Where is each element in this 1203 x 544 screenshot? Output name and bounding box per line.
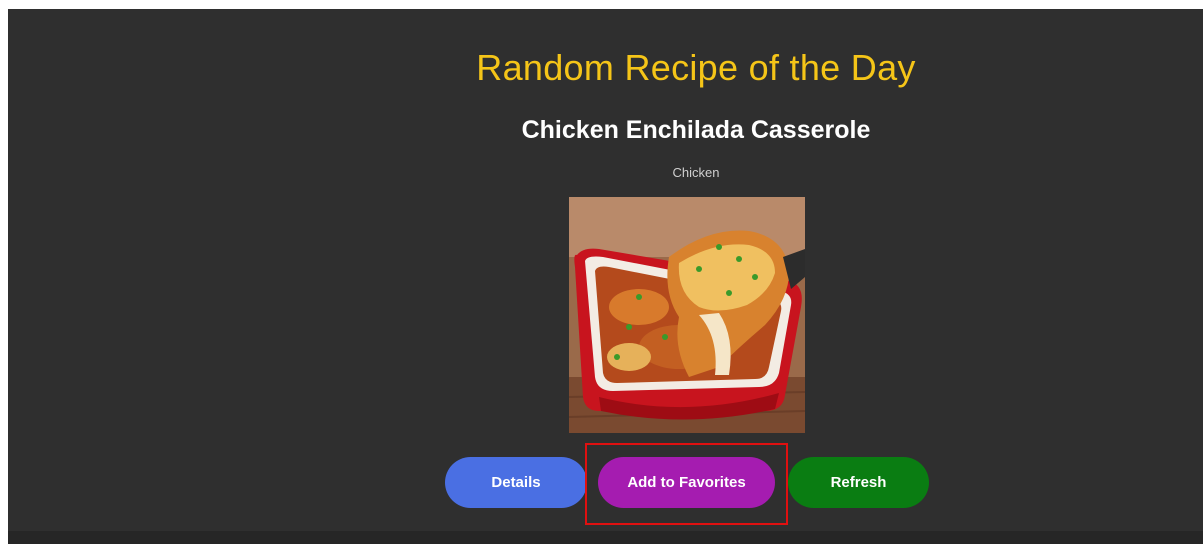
left-margin xyxy=(0,0,8,544)
details-button[interactable]: Details xyxy=(445,457,587,508)
page-title: Random Recipe of the Day xyxy=(476,47,916,88)
top-margin xyxy=(0,0,1203,9)
recipe-name: Chicken Enchilada Casserole xyxy=(521,116,871,144)
screenshot-frame: Random Recipe of the Day Chicken Enchila… xyxy=(0,0,1203,544)
casserole-photo xyxy=(569,197,805,433)
recipe-image xyxy=(569,197,805,433)
recipe-category: Chicken xyxy=(672,165,720,180)
add-to-favorites-button[interactable]: Add to Favorites xyxy=(598,457,775,508)
footer-bar xyxy=(8,531,1203,544)
refresh-button[interactable]: Refresh xyxy=(788,457,929,508)
